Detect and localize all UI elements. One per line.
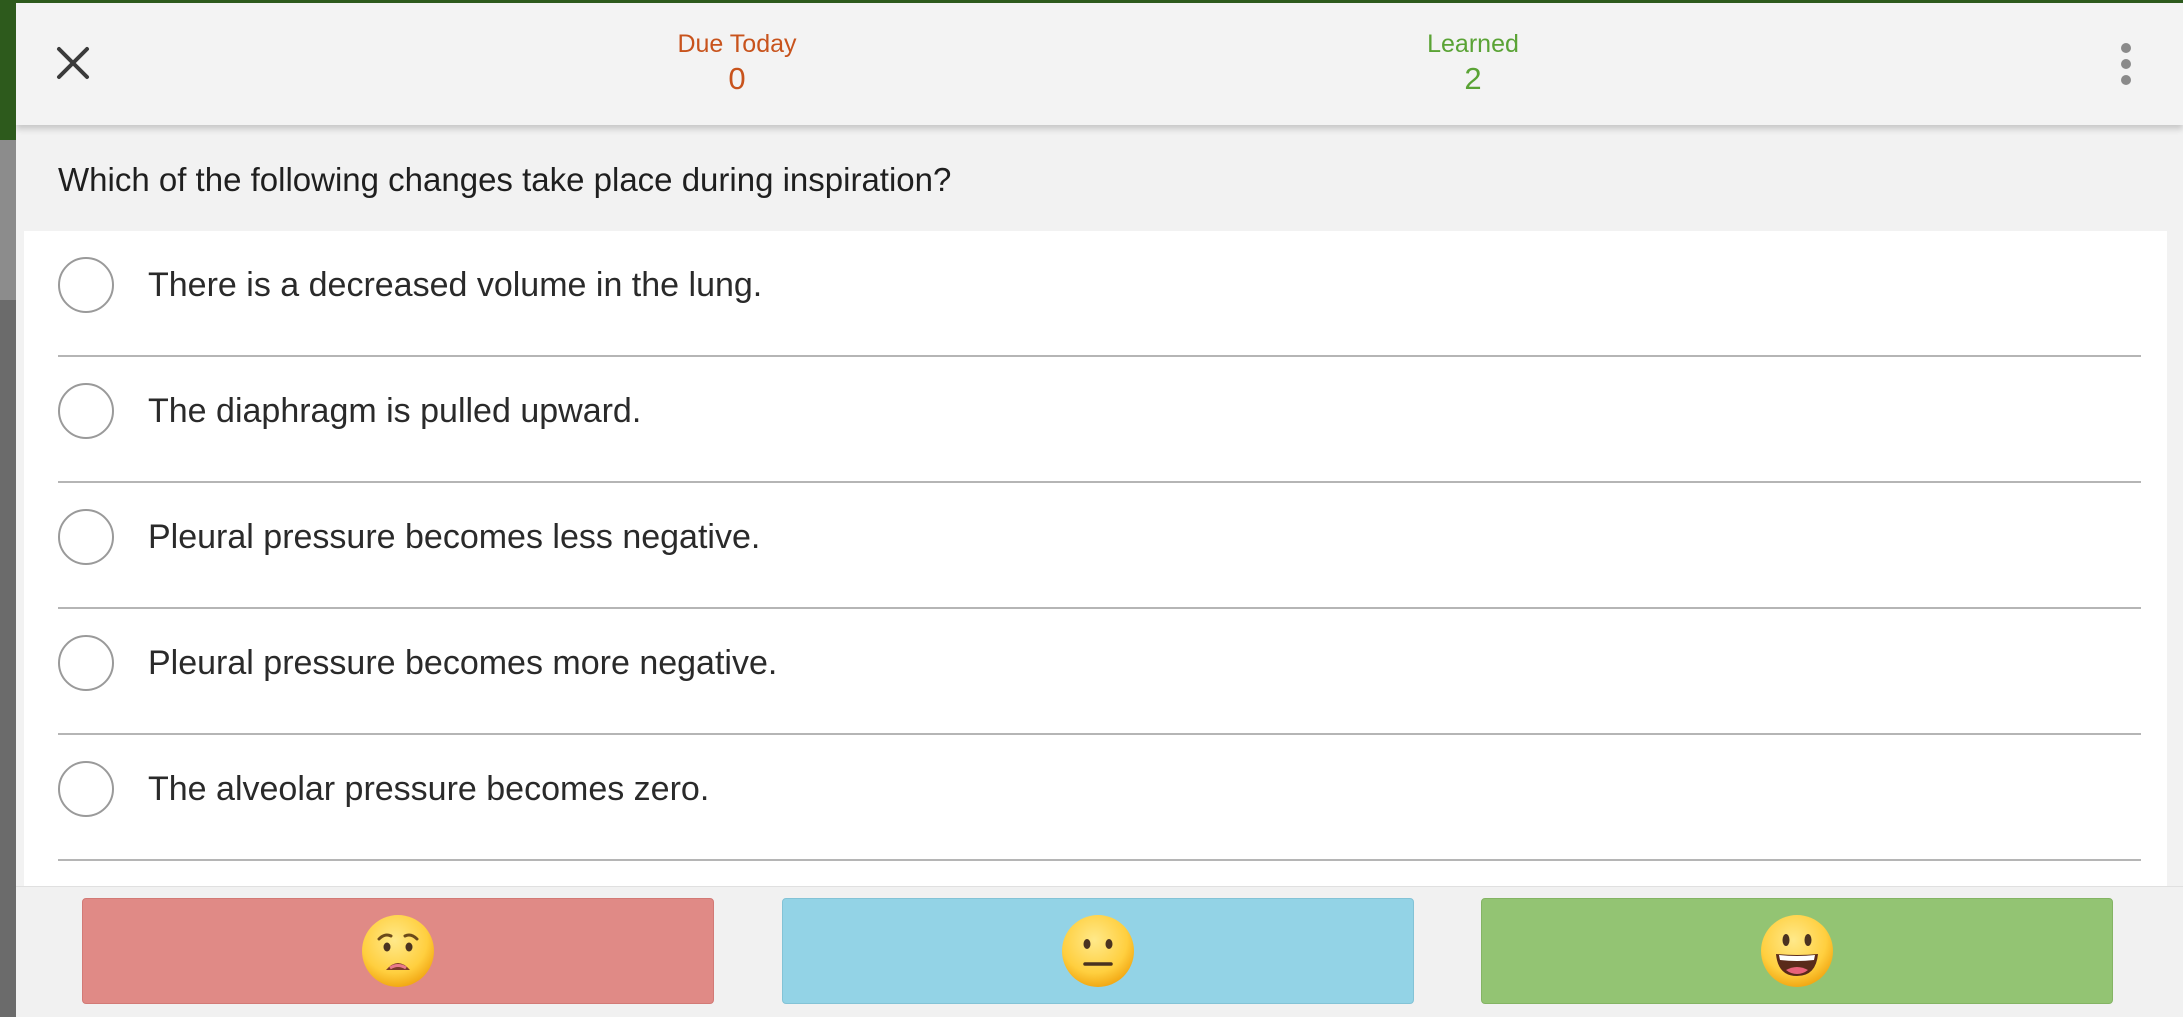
more-options-button[interactable] [2114, 43, 2138, 87]
neutral-face-icon [1062, 915, 1134, 987]
question-text: Which of the following changes take plac… [58, 161, 952, 198]
answer-text: The diaphragm is pulled upward. [148, 392, 642, 430]
answer-text: There is a decreased volume in the lung. [148, 266, 763, 304]
answer-option-2[interactable]: The diaphragm is pulled upward. [58, 357, 2141, 483]
due-today-stat: Due Today 0 [607, 29, 867, 98]
answer-text: Pleural pressure becomes more negative. [148, 644, 778, 682]
rate-ok-button[interactable] [782, 898, 1414, 1004]
close-button[interactable] [54, 44, 92, 82]
due-today-count: 0 [728, 61, 746, 96]
close-icon [57, 47, 89, 79]
rate-hard-button[interactable] [82, 898, 714, 1004]
learned-count: 2 [1464, 61, 1482, 96]
radio-button[interactable] [58, 257, 114, 313]
answer-option-3[interactable]: Pleural pressure becomes less negative. [58, 483, 2141, 609]
study-header: Due Today 0 Learned 2 [16, 3, 2183, 125]
due-today-label: Due Today [677, 30, 797, 58]
learned-stat: Learned 2 [1343, 29, 1603, 98]
background-edge [0, 0, 16, 1017]
study-modal: Due Today 0 Learned 2 Which of the follo… [16, 3, 2183, 1017]
rating-footer [16, 886, 2183, 1017]
answer-option-5[interactable]: The alveolar pressure becomes zero. [58, 735, 2141, 861]
radio-button[interactable] [58, 761, 114, 817]
worried-face-icon [362, 915, 434, 987]
answer-option-4[interactable]: Pleural pressure becomes more negative. [58, 609, 2141, 735]
answer-option-1[interactable]: There is a decreased volume in the lung. [58, 231, 2141, 357]
answer-list: There is a decreased volume in the lung.… [24, 231, 2167, 886]
answer-text: The alveolar pressure becomes zero. [148, 770, 710, 808]
learned-label: Learned [1427, 30, 1519, 58]
rate-easy-button[interactable] [1481, 898, 2113, 1004]
radio-button[interactable] [58, 635, 114, 691]
radio-button[interactable] [58, 383, 114, 439]
vertical-dots-icon [2114, 43, 2138, 85]
answer-text: Pleural pressure becomes less negative. [148, 518, 761, 556]
question-bar: Which of the following changes take plac… [24, 125, 2167, 231]
radio-button[interactable] [58, 509, 114, 565]
smiling-face-icon [1761, 915, 1833, 987]
